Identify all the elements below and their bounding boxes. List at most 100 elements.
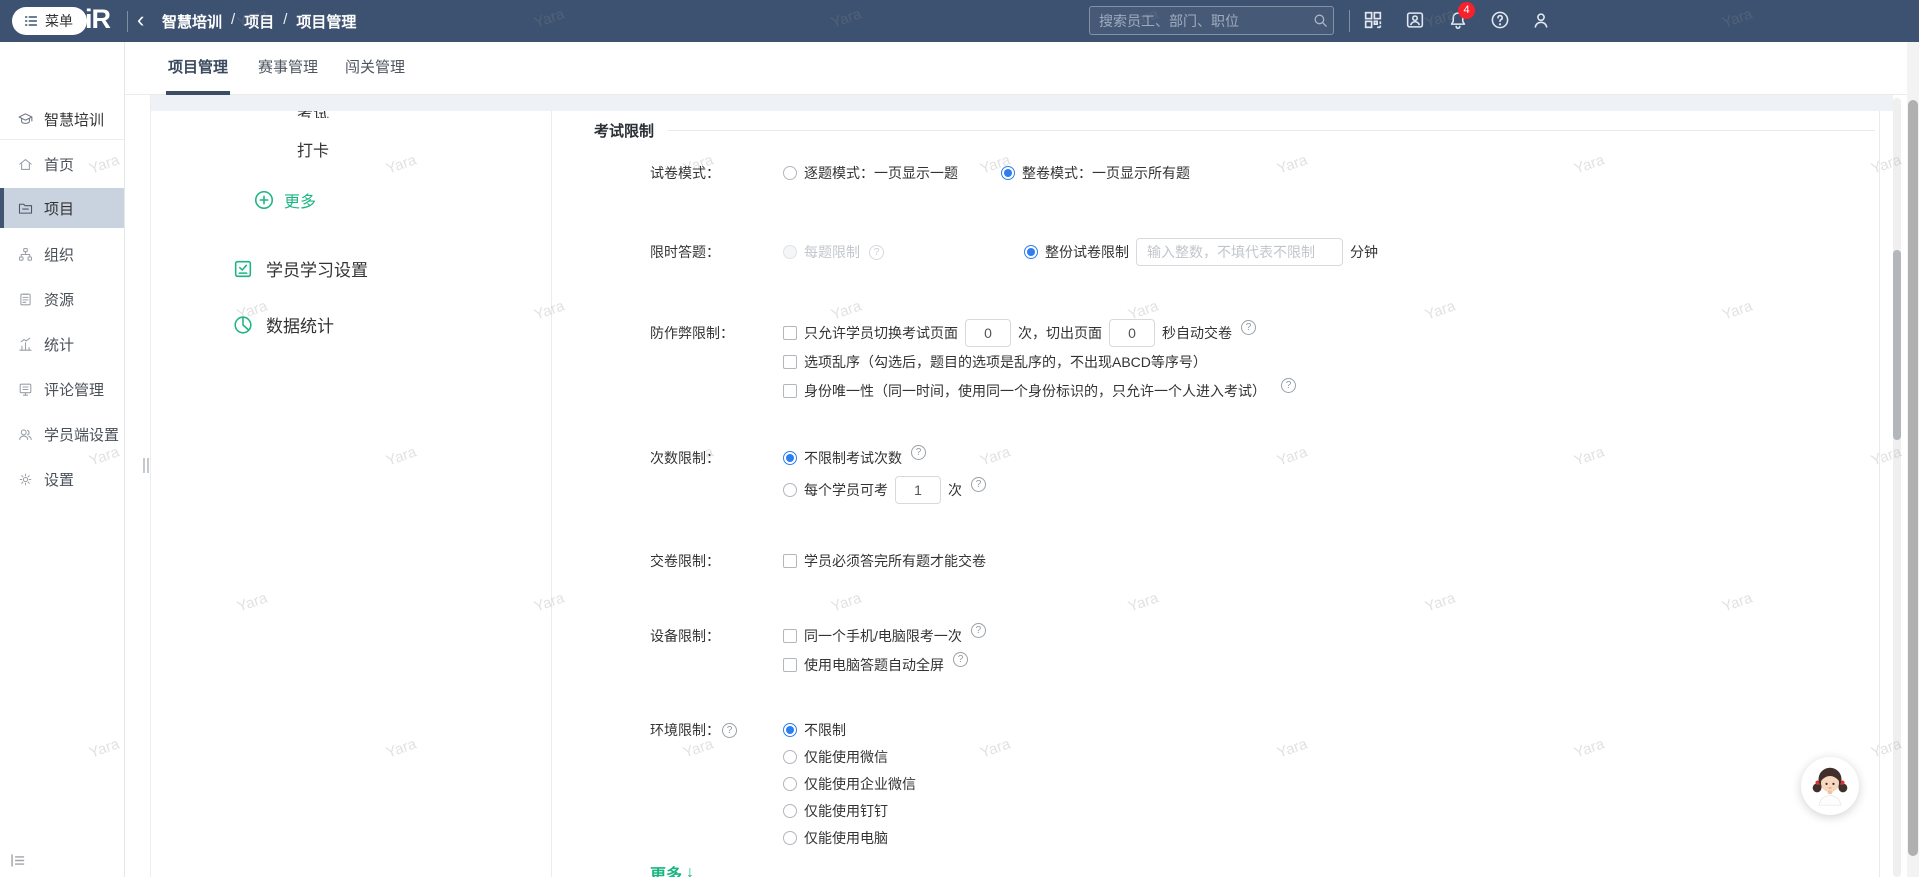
env-option-1[interactable]: 不限制 xyxy=(783,720,846,740)
menu-icon xyxy=(23,13,39,29)
anti-cheat-identity-option[interactable]: 身份唯一性（同一时间，使用同一个身份标识的，只允许一个人进入考试） ? xyxy=(783,377,1296,401)
sidebar-item-2[interactable]: 首页 xyxy=(0,144,124,184)
inner-scrollbar-thumb[interactable] xyxy=(1893,250,1901,440)
help-circle-icon[interactable]: ? xyxy=(1281,377,1296,393)
subpanel-item-checkin[interactable]: 打卡 xyxy=(297,137,329,161)
help-circle-icon[interactable]: ? xyxy=(911,444,926,460)
search-input[interactable] xyxy=(1090,12,1307,29)
attempts-per-student-option[interactable]: 每个学员可考 次 ? xyxy=(783,475,986,505)
sidebar-item-label: 统计 xyxy=(44,336,75,354)
sidebar-item-4[interactable]: 组织 xyxy=(0,234,124,274)
attempts-count-input[interactable] xyxy=(895,476,941,504)
time-limit-per-question-option[interactable]: 每题限制 ? xyxy=(783,242,884,262)
comment-board-icon xyxy=(17,381,34,398)
env-option-3[interactable]: 仅能使用企业微信 xyxy=(783,774,916,794)
breadcrumb-item[interactable]: 智慧培训 xyxy=(162,11,222,32)
row-device-limit: 设备限制： 同一个手机/电脑限考一次 ? xyxy=(650,622,986,646)
org-chart-icon xyxy=(17,246,34,263)
submit-all-answered-option[interactable]: 学员必须答完所有题才能交卷 xyxy=(783,551,986,571)
env-option-4[interactable]: 仅能使用钉钉 xyxy=(783,801,888,821)
tab-2[interactable]: 赛事管理 xyxy=(258,42,318,94)
attempts-unlimited-option[interactable]: 不限制考试次数 ? xyxy=(783,444,926,468)
radio-checked-icon[interactable] xyxy=(783,723,797,737)
plus-circle-icon xyxy=(253,189,275,211)
arrow-down-icon: ↓ xyxy=(686,864,695,877)
env-option-5[interactable]: 仅能使用电脑 xyxy=(783,828,888,848)
help-circle-icon[interactable]: ? xyxy=(970,622,986,638)
paper-mode-whole-option[interactable]: 整卷模式：一页显示所有题 xyxy=(1001,163,1190,183)
search-icon[interactable] xyxy=(1307,8,1333,34)
switch-count-input[interactable] xyxy=(965,319,1011,347)
tab-1[interactable]: 项目管理 xyxy=(165,42,231,95)
radio-checked-icon[interactable] xyxy=(783,451,797,465)
tab-3[interactable]: 闯关管理 xyxy=(345,42,405,94)
radio-icon[interactable] xyxy=(783,166,797,180)
checkbox-icon[interactable] xyxy=(783,355,797,369)
sidebar-item-7[interactable]: 评论管理 xyxy=(0,369,124,409)
device-once-option[interactable]: 同一个手机/电脑限考一次 ? xyxy=(783,622,986,646)
notification-badge: 4 xyxy=(1458,2,1475,19)
radio-icon[interactable] xyxy=(783,750,797,764)
more-settings-link[interactable]: 更多 ↓ xyxy=(650,861,694,877)
time-limit-whole-option[interactable]: 整份试卷限制 分钟 xyxy=(1024,238,1378,266)
collapse-sidebar-icon[interactable] xyxy=(8,851,30,871)
field-label: 环境限制： ? xyxy=(650,720,783,740)
sidebar-item-8[interactable]: 学员端设置 xyxy=(0,414,124,454)
paper-mode-single-option[interactable]: 逐题模式：一页显示一题 xyxy=(783,163,958,183)
breadcrumb: 智慧培训 / 项目 / 项目管理 xyxy=(162,11,356,32)
topbar: 菜单 iR ‹ 智慧培训 / 项目 / 项目管理 4 xyxy=(0,0,1919,42)
outer-scrollbar-thumb[interactable] xyxy=(1908,100,1918,856)
qr-code-icon[interactable] xyxy=(1362,9,1386,33)
subpanel-more-button[interactable]: 更多 xyxy=(253,188,316,212)
sidebar-item-label: 评论管理 xyxy=(44,381,105,399)
radio-icon[interactable] xyxy=(783,777,797,791)
section-header: 考试限制 xyxy=(594,120,1875,141)
subpanel-item-study-settings[interactable]: 学员学习设置 xyxy=(232,256,368,281)
sidebar-item-9[interactable]: 设置 xyxy=(0,459,124,499)
assistant-avatar[interactable] xyxy=(1801,757,1859,815)
sidebar-item-5[interactable]: 资源 xyxy=(0,279,124,319)
help-icon[interactable] xyxy=(1489,9,1513,33)
search-box xyxy=(1089,6,1334,35)
radio-icon[interactable] xyxy=(783,483,797,497)
env-option-2[interactable]: 仅能使用微信 xyxy=(783,747,888,767)
subpanel-item-partial[interactable]: 考试 xyxy=(297,111,329,118)
panel-resize-grip[interactable] xyxy=(143,458,150,473)
app-logo[interactable]: iR xyxy=(85,4,111,35)
folder-icon xyxy=(17,200,34,217)
checkbox-icon[interactable] xyxy=(783,384,797,398)
radio-checked-icon[interactable] xyxy=(1001,166,1015,180)
menu-button[interactable]: 菜单 xyxy=(12,7,87,35)
help-circle-icon[interactable]: ? xyxy=(722,722,737,738)
sidebar-item-1[interactable]: 智慧培训 xyxy=(0,99,124,139)
back-button[interactable]: ‹ xyxy=(137,5,144,35)
sidebar-item-label: 组织 xyxy=(44,246,75,264)
anti-cheat-shuffle-option[interactable]: 选项乱序（勾选后，题目的选项是乱序的，不出现ABCD等序号） xyxy=(783,352,1207,372)
subpanel-item-data-stats[interactable]: 数据统计 xyxy=(232,312,334,337)
user-icon[interactable] xyxy=(1530,9,1554,33)
clipboard-icon xyxy=(17,291,34,308)
sidebar-item-3[interactable]: 项目 xyxy=(0,188,124,228)
sidebar-item-6[interactable]: 统计 xyxy=(0,324,124,364)
contacts-icon[interactable] xyxy=(1404,9,1428,33)
checkbox-icon[interactable] xyxy=(783,554,797,568)
field-label: 次数限制： xyxy=(650,450,720,466)
checkbox-icon[interactable] xyxy=(783,326,797,340)
radio-icon[interactable] xyxy=(783,804,797,818)
device-fullscreen-option[interactable]: 使用电脑答题自动全屏 ? xyxy=(783,651,968,675)
switch-seconds-input[interactable] xyxy=(1109,319,1155,347)
anti-cheat-switch-option[interactable]: 只允许学员切换考试页面 次，切出页面 秒自动交卷 ? xyxy=(783,319,1256,347)
minutes-input[interactable] xyxy=(1136,238,1343,266)
help-circle-icon[interactable]: ? xyxy=(869,244,884,260)
breadcrumb-item[interactable]: 项目 xyxy=(244,11,274,32)
radio-checked-icon[interactable] xyxy=(1024,245,1038,259)
logo-divider xyxy=(127,11,128,32)
help-circle-icon[interactable]: ? xyxy=(953,651,968,667)
checkbox-icon[interactable] xyxy=(783,658,797,672)
help-circle-icon[interactable]: ? xyxy=(1241,319,1256,335)
help-circle-icon[interactable]: ? xyxy=(971,476,986,492)
checkbox-icon[interactable] xyxy=(783,629,797,643)
radio-icon[interactable] xyxy=(783,831,797,845)
breadcrumb-item[interactable]: 项目管理 xyxy=(296,11,356,32)
settings-card: 考试 打卡 更多 学员学习设置 数据统计 考试限制 试卷模式： 逐题模式：一页 xyxy=(151,111,1880,877)
